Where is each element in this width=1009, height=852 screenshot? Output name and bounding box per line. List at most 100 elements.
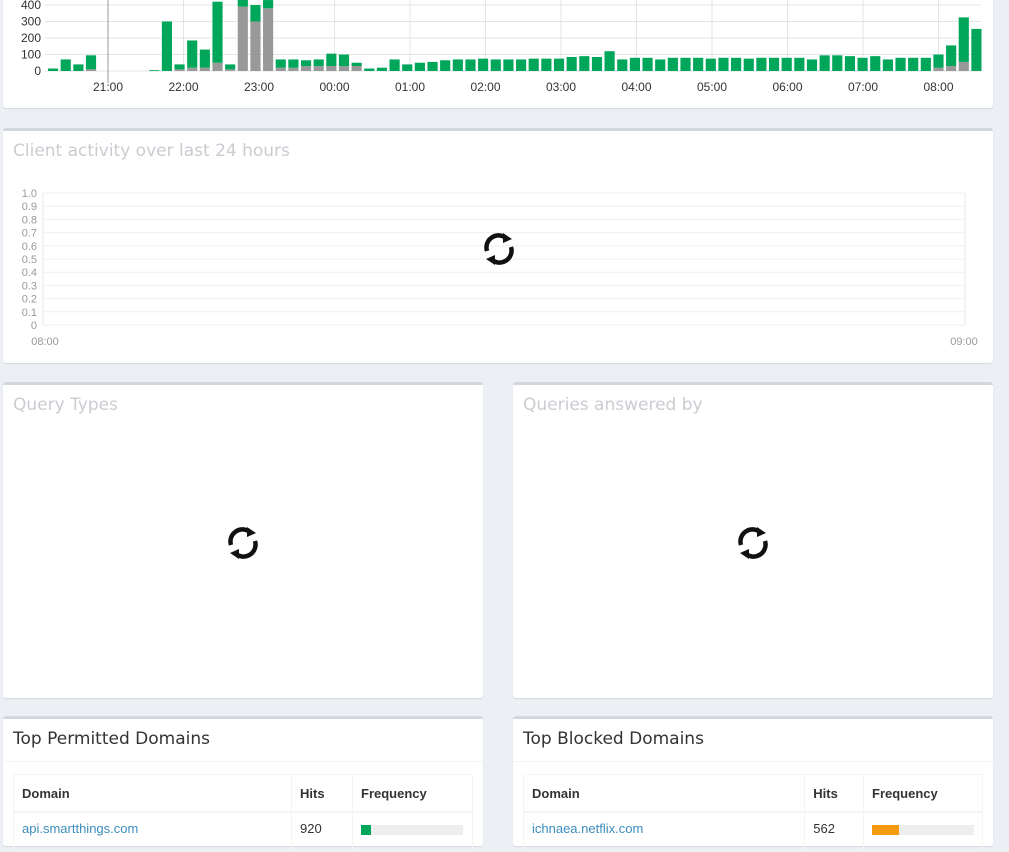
table-row: api.smartthings.com 920 bbox=[13, 811, 473, 852]
frequency-bar bbox=[872, 825, 974, 835]
x-tick-label: 03:00 bbox=[546, 80, 576, 94]
bar-permitted bbox=[731, 57, 742, 71]
y-tick-label: 0.3 bbox=[22, 280, 37, 292]
query-types-title: Query Types bbox=[13, 395, 118, 415]
y-tick-label: 100 bbox=[21, 48, 41, 62]
bar-permitted bbox=[326, 53, 337, 67]
y-tick-label: 0.2 bbox=[22, 294, 37, 306]
bar-permitted bbox=[579, 56, 590, 71]
y-tick-label: 0 bbox=[31, 320, 37, 332]
bar-blocked bbox=[275, 67, 286, 71]
bar-permitted bbox=[414, 62, 425, 71]
bar-permitted bbox=[288, 59, 299, 68]
bar-permitted bbox=[528, 58, 539, 71]
bar-permitted bbox=[60, 59, 71, 71]
bar-blocked bbox=[946, 66, 957, 71]
bar-permitted bbox=[503, 59, 514, 71]
bar-blocked bbox=[933, 67, 944, 71]
top-permitted-title: Top Permitted Domains bbox=[13, 729, 210, 749]
bar-permitted bbox=[781, 57, 792, 71]
x-tick-label: 06:00 bbox=[772, 80, 802, 94]
bar-permitted bbox=[440, 60, 451, 71]
x-tick-label: 09:00 bbox=[950, 336, 978, 348]
frequency-header[interactable]: Frequency bbox=[863, 774, 983, 813]
domain-header[interactable]: Domain bbox=[522, 774, 806, 813]
x-tick-label: 01:00 bbox=[395, 80, 425, 94]
bar-permitted bbox=[402, 64, 413, 71]
x-tick-label: 22:00 bbox=[168, 80, 198, 94]
bar-blocked bbox=[326, 66, 337, 71]
bar-permitted bbox=[819, 55, 830, 71]
bar-permitted bbox=[351, 62, 362, 67]
domain-link[interactable]: api.smartthings.com bbox=[22, 821, 138, 836]
domain-header[interactable]: Domain bbox=[13, 774, 292, 813]
domain-link[interactable]: ichnaea.netflix.com bbox=[532, 821, 643, 836]
bar-permitted bbox=[971, 28, 982, 71]
bar-permitted bbox=[199, 49, 210, 68]
bar-permitted bbox=[680, 57, 691, 71]
bar-permitted bbox=[566, 56, 577, 71]
bar-permitted bbox=[225, 64, 236, 70]
frequency-bar bbox=[361, 825, 463, 835]
bar-permitted bbox=[895, 57, 906, 71]
y-tick-label: 0.4 bbox=[22, 267, 37, 279]
bar-permitted bbox=[427, 61, 438, 71]
bar-permitted bbox=[756, 57, 767, 71]
bar-permitted bbox=[882, 59, 893, 71]
bar-blocked bbox=[338, 66, 350, 71]
bar-blocked bbox=[250, 21, 261, 71]
bar-permitted bbox=[48, 68, 59, 71]
y-tick-label: 1.0 bbox=[22, 188, 37, 200]
x-tick-label: 23:00 bbox=[244, 80, 274, 94]
bar-permitted bbox=[161, 21, 172, 71]
bar-permitted bbox=[85, 55, 97, 70]
top-blocked-table: Domain Hits Frequency ichnaea.netflix.co… bbox=[522, 774, 983, 852]
loading-refresh-icon bbox=[738, 527, 768, 559]
x-tick-label: 00:00 bbox=[319, 80, 349, 94]
x-tick-label: 02:00 bbox=[470, 80, 500, 94]
bar-permitted bbox=[338, 54, 350, 67]
bar-permitted bbox=[478, 58, 489, 71]
top-permitted-table: Domain Hits Frequency api.smartthings.co… bbox=[13, 774, 473, 852]
bar-permitted bbox=[452, 59, 463, 71]
bar-permitted bbox=[946, 45, 957, 67]
bar-permitted bbox=[73, 64, 84, 71]
bar-permitted bbox=[541, 58, 552, 71]
bar-blocked bbox=[351, 66, 362, 71]
bar-permitted bbox=[376, 67, 388, 71]
y-tick-label: 400 bbox=[21, 0, 41, 12]
x-tick-label: 07:00 bbox=[848, 80, 878, 94]
queries-over-time-chart: 400300200100021:00 22:00 23:00 00:00 01:00 02… bbox=[21, 0, 982, 94]
bar-permitted bbox=[857, 57, 868, 71]
bar-permitted bbox=[187, 40, 198, 68]
queries-over-time-box: 400 300 200 100 0 21:00 22:00 23:00 00:00 01:00 02… bbox=[3, 0, 993, 108]
bar-permitted bbox=[832, 55, 843, 71]
top-permitted-box: Top Permitted Domains Domain Hits Freque… bbox=[3, 716, 483, 852]
bar-permitted bbox=[844, 56, 856, 71]
frequency-header[interactable]: Frequency bbox=[352, 774, 473, 813]
hits-header[interactable]: Hits bbox=[804, 774, 864, 813]
bar-permitted bbox=[933, 54, 944, 68]
bar-blocked bbox=[174, 69, 185, 71]
bar-permitted bbox=[870, 56, 881, 71]
bar-blocked bbox=[212, 62, 223, 71]
bar-permitted bbox=[768, 57, 780, 71]
bar-permitted bbox=[364, 68, 375, 71]
bar-permitted bbox=[794, 57, 805, 71]
bar-permitted bbox=[212, 1, 223, 63]
y-tick-label: 0.7 bbox=[22, 228, 37, 240]
x-tick-label: 08:00 bbox=[923, 80, 953, 94]
bar-blocked bbox=[85, 69, 97, 71]
y-tick-label: 0.8 bbox=[22, 214, 37, 226]
bar-permitted bbox=[667, 57, 678, 71]
queries-answered-title: Queries answered by bbox=[523, 395, 703, 415]
bar-permitted bbox=[516, 59, 527, 71]
bar-permitted bbox=[149, 70, 160, 71]
top-blocked-title: Top Blocked Domains bbox=[523, 729, 704, 749]
hits-header[interactable]: Hits bbox=[291, 774, 353, 813]
y-tick-label: 0.6 bbox=[22, 241, 37, 253]
bar-permitted bbox=[908, 57, 919, 71]
hits-value: 920 bbox=[291, 811, 353, 852]
bar-blocked bbox=[288, 67, 299, 71]
bar-blocked bbox=[313, 66, 324, 71]
